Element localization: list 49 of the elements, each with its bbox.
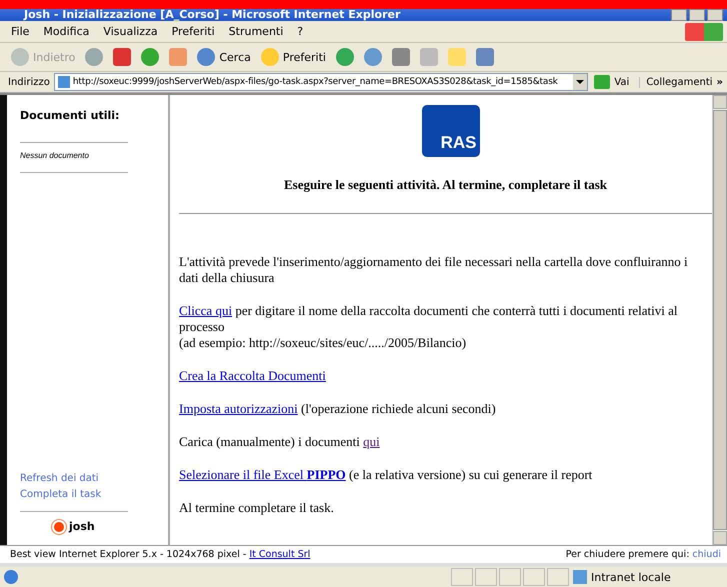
text-link[interactable]: Clicca qui — [179, 303, 232, 318]
status-pane — [451, 568, 473, 586]
instruction-text: Selezionare il file Excel PIPPO (e la relativa versione) su cui generare il report — [179, 467, 594, 483]
window-title: Josh - Inizializzazione [A_Corso] - Microsoft Internet Explorer — [24, 9, 400, 21]
instruction-text: Imposta autorizzazioni (l'operazione richiede alcuni secondi) — [179, 401, 497, 417]
empty-documents-text: Nessun documento — [20, 150, 90, 162]
status-pane — [547, 568, 569, 586]
instruction-text: Carica (manualmente) i documenti qui — [179, 434, 381, 450]
text-link[interactable]: Selezionare il file Excel PIPPO — [179, 467, 346, 482]
footer-close-text: Per chiudere premere qui: chiudi — [566, 549, 721, 560]
close-link[interactable]: chiudi — [692, 549, 721, 560]
instruction-text: Clicca qui per digitare il nome della raccolta documenti che conterrà tutti i documenti relativi al processo (ad esempio: http://soxeuc/sites/euc/...../2005/Bilancio) — [179, 303, 679, 351]
go-button[interactable]: Vai — [592, 75, 636, 89]
instruction-text: Al termine completare il task. — [179, 500, 335, 516]
maximize-button[interactable] — [689, 9, 705, 21]
menu-item[interactable]: Modifica — [36, 25, 96, 38]
menu-item[interactable]: ? — [290, 25, 310, 38]
brand-name: josh — [69, 520, 95, 533]
page-heading: Eseguire le seguenti attività. Al termine, completare il task — [282, 177, 608, 193]
zone-indicator: Intranet locale — [573, 570, 723, 584]
close-button[interactable] — [707, 9, 723, 21]
menu-item[interactable]: File — [4, 25, 36, 38]
menu-item[interactable]: Visualizza — [96, 25, 165, 38]
status-pane — [475, 568, 497, 586]
footer-text: Best view Internet Explorer 5.x - 1024x768 pixel - It Consult Srl — [10, 549, 310, 560]
scroll-down-button[interactable] — [713, 531, 727, 545]
text-link[interactable]: Crea la Raccolta Documenti — [179, 368, 326, 383]
instruction-text: L'attività prevede l'inserimento/aggiornamento dei file necessari nella cartella dove confluiranno i dati della chiusura — [179, 254, 689, 286]
sidebar-link[interactable]: Completa il task — [20, 487, 168, 503]
address-field[interactable]: http://soxeuc:9999/joshServerWeb/aspx-files/go-task.aspx?server_name=BRESOXAS3S028&task_id=1585&task — [54, 73, 588, 91]
menu-item[interactable]: Strumenti — [222, 25, 290, 38]
address-label: Indirizzo — [8, 76, 50, 88]
text-link[interactable]: Imposta autorizzazioni — [179, 401, 298, 416]
links-label[interactable]: Collegamenti — [639, 76, 713, 88]
minimize-button[interactable] — [671, 9, 687, 21]
more-links-button[interactable]: » — [716, 76, 723, 88]
text-link[interactable]: qui — [363, 434, 380, 449]
footer-link[interactable]: It Consult Srl — [249, 549, 310, 560]
sidebar-link[interactable]: Refresh dei dati — [20, 471, 168, 487]
status-pane — [523, 568, 545, 586]
search-button[interactable]: Cerca — [194, 46, 254, 68]
menu-item[interactable]: Preferiti — [164, 25, 222, 38]
sidebar-heading: Documenti utili: — [20, 108, 120, 124]
status-pane — [499, 568, 521, 586]
scrollbar-thumb[interactable] — [713, 110, 727, 530]
scroll-up-button[interactable] — [713, 95, 727, 109]
sun-icon — [54, 522, 64, 532]
star-button[interactable]: Preferiti — [258, 46, 329, 68]
company-logo: RAS — [422, 105, 480, 157]
